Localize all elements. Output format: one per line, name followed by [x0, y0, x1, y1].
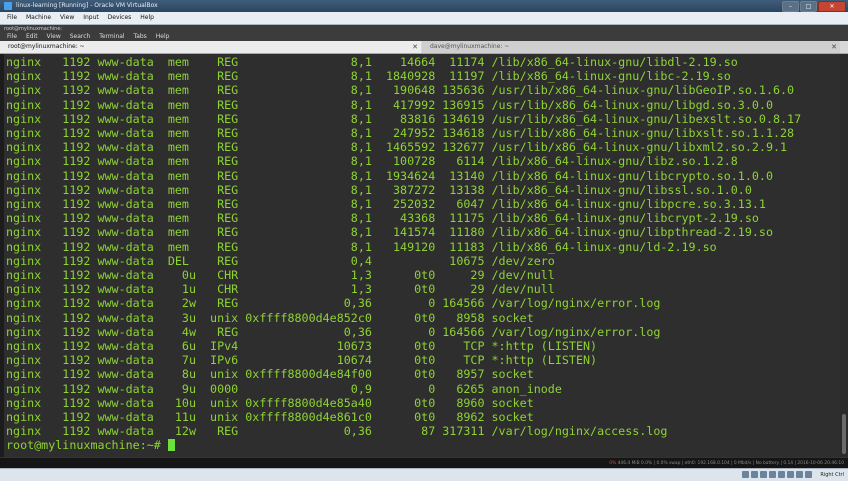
terminal-line: nginx 1192 www-data 2w REG 0,36 0 164566… — [6, 296, 661, 311]
virtualbox-icon — [4, 2, 12, 10]
window-title: linux-learning [Running] - Oracle VM Vir… — [16, 2, 158, 9]
terminal-line: nginx 1192 www-data mem REG 8,1 417992 1… — [6, 97, 773, 112]
text-cursor — [167, 439, 175, 452]
terminal-line: nginx 1192 www-data mem REG 8,1 1840928 … — [6, 69, 731, 84]
terminal-line: nginx 1192 www-data 8u unix 0xffff8800d4… — [6, 367, 534, 382]
minimize-button[interactable]: – — [782, 1, 799, 12]
terminal-line: nginx 1192 www-data 7u IPv6 10674 0t0 TC… — [6, 353, 598, 368]
tab-root[interactable]: root@mylinuxmachine: ~ ✕ — [0, 41, 421, 53]
terminal-line: nginx 1192 www-data 12w REG 0,36 87 3173… — [6, 424, 668, 439]
terminal-menu-bar: root@mylinuxmachine: File Edit View Sear… — [0, 25, 848, 41]
vbox-status-bar: Right Ctrl — [0, 468, 848, 481]
tab-dave[interactable]: dave@mylinuxmachine: ~ ✕ — [422, 41, 840, 53]
menu-devices[interactable]: Devices — [108, 14, 132, 21]
terminal-line: nginx 1192 www-data mem REG 8,1 149120 1… — [6, 239, 717, 254]
terminal-line: nginx 1192 www-data mem REG 8,1 1934624 … — [6, 168, 773, 183]
tab-label: root@mylinuxmachine: ~ — [8, 43, 85, 50]
menu-file[interactable]: File — [7, 14, 17, 21]
host-key-label: Right Ctrl — [820, 472, 844, 478]
menu-view[interactable]: View — [60, 14, 74, 21]
memory-usage: 446.4 MiB — [617, 461, 640, 466]
terminal-line: nginx 1192 www-data 6u IPv4 10673 0t0 TC… — [6, 339, 598, 353]
terminal-line: nginx 1192 www-data 3u unix 0xffff8800d4… — [6, 310, 534, 325]
display-icon[interactable] — [796, 471, 803, 478]
terminal-scrollbar[interactable] — [840, 54, 848, 457]
shared-folder-icon[interactable] — [787, 471, 794, 478]
device-icons — [742, 471, 812, 478]
close-tab-icon[interactable]: ✕ — [412, 41, 418, 53]
terminal-line: nginx 1192 www-data 11u unix 0xffff8800d… — [6, 410, 534, 424]
terminal-output[interactable]: nginx 1192 www-data mem REG 8,1 14664 11… — [4, 54, 840, 457]
menu-help[interactable]: Help — [140, 14, 154, 21]
terminal-line: nginx 1192 www-data mem REG 8,1 1465592 … — [6, 140, 788, 155]
prompt-line[interactable]: root@mylinuxmachine:~# — [6, 438, 175, 452]
window-controls: – □ ✕ — [782, 1, 846, 12]
shell-prompt: root@mylinuxmachine:~# — [6, 438, 168, 453]
terminal-line: nginx 1192 www-data 0u CHR 1,3 0t0 29 /d… — [6, 268, 555, 282]
terminal-line: nginx 1192 www-data mem REG 8,1 83816 13… — [6, 111, 802, 126]
terminal-menu-edit[interactable]: Edit — [26, 33, 38, 40]
terminal-line: nginx 1192 www-data mem REG 8,1 387272 1… — [6, 182, 752, 197]
maximize-button[interactable]: □ — [800, 1, 817, 12]
terminal-line: nginx 1192 www-data mem REG 8,1 14664 11… — [6, 55, 738, 69]
terminal-menu-help[interactable]: Help — [156, 33, 170, 40]
terminal-menu-file[interactable]: File — [7, 33, 17, 40]
terminal-line: nginx 1192 www-data mem REG 8,1 100728 6… — [6, 154, 738, 169]
close-button[interactable]: ✕ — [818, 1, 846, 12]
terminal-line: nginx 1192 www-data 10u unix 0xffff8800d… — [6, 395, 534, 410]
close-tab-icon[interactable]: ✕ — [831, 41, 837, 53]
terminal-line: nginx 1192 www-data mem REG 8,1 247952 1… — [6, 126, 795, 140]
vbox-title-bar: linux-learning [Running] - Oracle VM Vir… — [0, 0, 848, 12]
terminal-menu-tabs[interactable]: Tabs — [134, 33, 147, 40]
menu-machine[interactable]: Machine — [26, 14, 51, 21]
terminal-menu-search[interactable]: Search — [70, 33, 91, 40]
terminal-menu-terminal[interactable]: Terminal — [99, 33, 124, 40]
terminal-line: nginx 1192 www-data mem REG 8,1 190648 1… — [6, 83, 795, 98]
terminal-line: nginx 1192 www-data mem REG 8,1 43368 11… — [6, 211, 759, 226]
mouse-integration-icon[interactable] — [805, 471, 812, 478]
cpu-usage: 0% — [609, 461, 617, 466]
terminal-line: nginx 1192 www-data 1u CHR 1,3 0t0 29 /d… — [6, 282, 555, 297]
terminal-menu-view[interactable]: View — [47, 33, 61, 40]
terminal-line: nginx 1192 www-data mem REG 8,1 252032 6… — [6, 197, 766, 211]
terminal-line: nginx 1192 www-data mem REG 8,1 141574 1… — [6, 225, 773, 240]
status-details: 0.0% | 0.0% swap | eth0: 192.168.0.104 |… — [641, 461, 844, 466]
terminal-tab-bar: root@mylinuxmachine: ~ ✕ dave@mylinuxmac… — [0, 41, 848, 54]
audio-icon[interactable] — [760, 471, 767, 478]
terminal-line: nginx 1192 www-data 9u 0000 0,9 0 6265 a… — [6, 381, 562, 396]
optical-drive-icon[interactable] — [751, 471, 758, 478]
vbox-menu-bar: File Machine View Input Devices Help — [0, 12, 848, 25]
network-icon[interactable] — [769, 471, 776, 478]
terminal-line: nginx 1192 www-data 4w REG 0,36 0 164566… — [6, 324, 661, 339]
terminal-line: nginx 1192 www-data DEL REG 0,4 10675 /d… — [6, 253, 555, 268]
menu-input[interactable]: Input — [83, 14, 99, 21]
tab-label: dave@mylinuxmachine: ~ — [430, 43, 510, 50]
hard-disk-icon[interactable] — [742, 471, 749, 478]
scrollbar-thumb[interactable] — [842, 414, 846, 454]
usb-icon[interactable] — [778, 471, 785, 478]
